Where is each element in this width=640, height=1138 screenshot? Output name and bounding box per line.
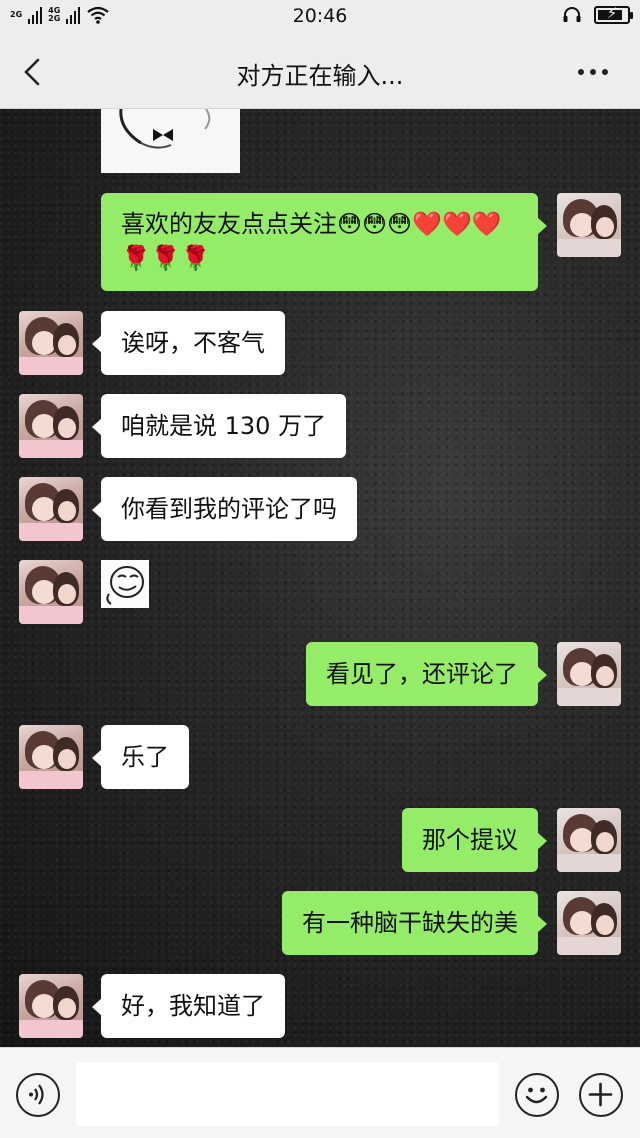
message-bubble-outgoing[interactable]: 有一种脑干缺失的美 <box>282 891 547 955</box>
voice-button[interactable] <box>16 1073 60 1117</box>
input-bar <box>0 1047 640 1138</box>
contact-avatar[interactable] <box>19 560 83 624</box>
my-avatar[interactable] <box>557 808 621 872</box>
title-bar: 对方正在输入... <box>0 34 640 109</box>
my-avatar[interactable] <box>557 193 621 257</box>
message-bubble-incoming[interactable]: 乐了 <box>92 725 189 789</box>
smirk-face-sticker-icon <box>106 566 144 605</box>
chat-area[interactable]: 喜欢的友友点点关注😳😳😳❤️❤️❤️🌹🌹🌹 诶呀，不客气 咱就是说 130 万了… <box>0 109 640 1047</box>
headset-icon <box>563 7 581 22</box>
message-bubble-outgoing[interactable]: 喜欢的友友点点关注😳😳😳❤️❤️❤️🌹🌹🌹 <box>101 193 547 291</box>
plus-icon <box>588 1082 613 1107</box>
contact-avatar[interactable] <box>19 477 83 541</box>
message-bubble-outgoing[interactable]: 看见了，还评论了 <box>306 642 547 706</box>
contact-avatar[interactable] <box>19 725 83 789</box>
more-dot-icon <box>590 69 596 75</box>
voice-icon <box>29 1084 44 1105</box>
message-input[interactable] <box>76 1062 499 1126</box>
sticker-image[interactable] <box>101 560 149 608</box>
emoji-button[interactable] <box>515 1073 559 1117</box>
message-bubble-incoming[interactable]: 你看到我的评论了吗 <box>92 477 357 541</box>
contact-avatar[interactable] <box>19 394 83 458</box>
chat-title: 对方正在输入... <box>236 62 404 90</box>
status-time: 20:46 <box>292 5 348 27</box>
emoji-icon <box>525 1087 548 1104</box>
more-dot-icon <box>602 69 608 75</box>
battery-icon: ⚡ <box>594 4 633 24</box>
message-bubble-outgoing[interactable]: 那个提议 <box>402 808 547 872</box>
message-bubble-incoming[interactable]: 好，我知道了 <box>92 974 285 1038</box>
more-dot-icon <box>578 69 584 75</box>
status-bar: 2G 4G 2G 20:46 ⚡ <box>0 0 640 34</box>
more-functions-button[interactable] <box>579 1073 623 1117</box>
message-bubble-incoming[interactable]: 咱就是说 130 万了 <box>91 394 347 458</box>
contact-avatar[interactable] <box>19 311 83 375</box>
sticker-image[interactable] <box>101 109 240 173</box>
my-avatar[interactable] <box>557 891 621 955</box>
message-bubble-incoming[interactable]: 诶呀，不客气 <box>92 311 285 375</box>
more-button[interactable] <box>568 52 618 92</box>
my-avatar[interactable] <box>557 642 621 706</box>
status-right: ⚡ <box>562 4 633 24</box>
contact-avatar[interactable] <box>19 974 83 1038</box>
cartoon-face-sticker-icon <box>119 109 211 149</box>
